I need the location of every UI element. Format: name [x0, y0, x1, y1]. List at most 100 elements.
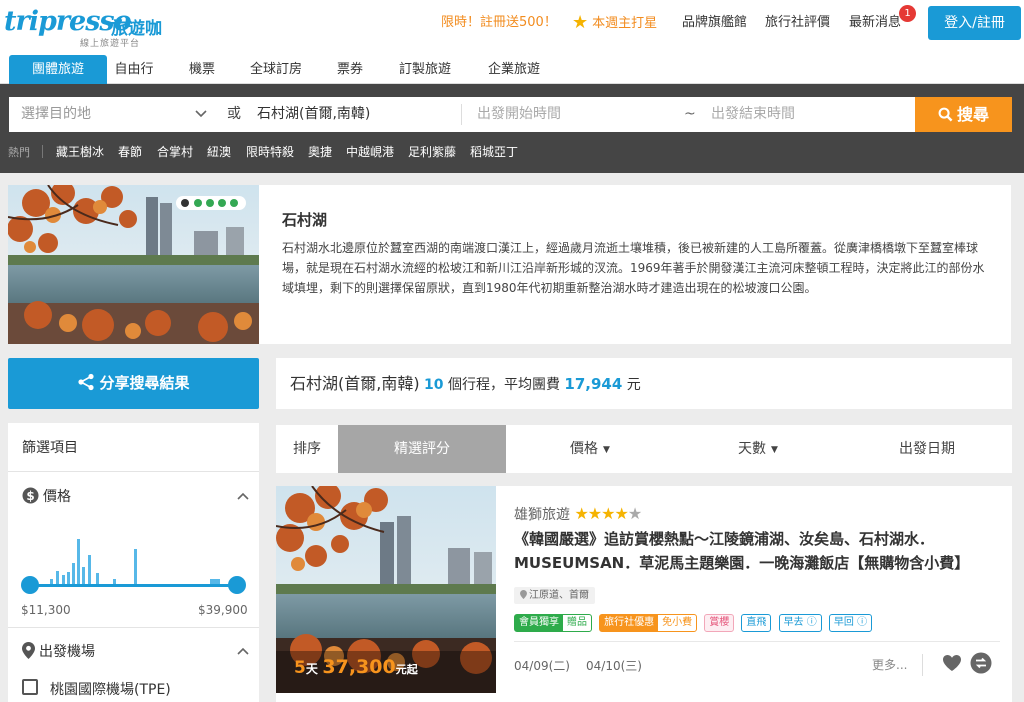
chevron-up-icon[interactable]: [237, 645, 249, 658]
site-header: tripresso 旅遊咖 線上旅遊平台 限時！註冊送500！ ★ 本週主打星 品…: [0, 0, 1024, 52]
hot-divider: [42, 145, 43, 158]
hot-tag[interactable]: 足利紫藤: [408, 143, 456, 160]
tripadvisor-rating-icon: [176, 196, 246, 210]
destination-select[interactable]: 選擇目的地: [21, 97, 91, 132]
price-slider-track[interactable]: [30, 584, 237, 587]
main-tabs: 團體旅遊 自由行 機票 全球訂房 票券 訂製旅遊 企業旅遊: [0, 52, 1024, 84]
histogram-bar: [82, 567, 85, 585]
departure-start-input[interactable]: 出發開始時間: [477, 97, 561, 132]
tab-free-travel[interactable]: 自由行: [107, 55, 161, 84]
price-slider-max-handle[interactable]: [228, 576, 246, 594]
help-icon: ⓘ: [806, 617, 817, 628]
hot-tag[interactable]: 藏王樹冰: [56, 143, 104, 160]
histogram-bar: [88, 555, 91, 585]
hot-tag[interactable]: 合掌村: [157, 143, 193, 160]
destination-intro: 石村湖 石村湖水北邊原位於蠶室西湖的南端渡口漢江上，經過歲月流逝土壤堆積，後已被…: [8, 185, 1011, 344]
early-return-label: 早回: [833, 617, 854, 628]
latest-news-link[interactable]: 最新消息: [849, 0, 901, 52]
direct-flight-tag[interactable]: 直飛: [741, 614, 772, 632]
intro-title: 石村湖: [282, 211, 328, 229]
sort-depart-date[interactable]: 出發日期: [842, 425, 1012, 473]
tab-tickets[interactable]: 票券: [330, 55, 370, 84]
weekly-star-link[interactable]: ★ 本週主打星: [572, 0, 657, 52]
share-results-button[interactable]: 分享搜尋結果: [8, 358, 259, 409]
caret-down-icon: ▼: [771, 445, 778, 455]
tab-group-tour[interactable]: 團體旅遊: [9, 55, 107, 84]
tour-title[interactable]: 《韓國嚴選》追訪賞櫻熱點～江陵鏡浦湖、汝矣島、石村湖水．MUSEUMSAN．草泥…: [514, 527, 994, 575]
dollar-icon: $: [22, 487, 39, 504]
destination-input[interactable]: 石村湖(首爾,南韓): [257, 97, 370, 132]
heart-icon[interactable]: [942, 654, 962, 676]
more-dates-link[interactable]: 更多...: [872, 656, 907, 673]
hot-tag[interactable]: 稻城亞丁: [470, 143, 518, 160]
price-filter-title: 價格: [43, 489, 71, 505]
tour-price-badge: 5天 37,300元起: [294, 656, 418, 678]
results-summary: 石村湖(首爾,南韓) 10 個行程，平均團費 17,944 元: [276, 358, 1012, 409]
filter-divider: [8, 627, 259, 628]
hot-tag[interactable]: 紐澳: [207, 143, 231, 160]
tab-corporate-travel[interactable]: 企業旅遊: [480, 55, 548, 84]
early-return-tag[interactable]: 早回 ⓘ: [828, 614, 873, 632]
member-exclusive-tag[interactable]: 會員獨享 贈品: [514, 614, 592, 632]
sort-days[interactable]: 天數 ▼: [674, 425, 842, 473]
sort-price[interactable]: 價格 ▼: [506, 425, 674, 473]
search-button-label: 搜尋: [956, 105, 989, 124]
airport-filter-title: 出發機場: [39, 644, 95, 660]
hot-tag[interactable]: 春節: [118, 143, 142, 160]
register-promo-link[interactable]: 限時！註冊送500！: [441, 0, 557, 52]
hot-tag[interactable]: 中越峴港: [346, 143, 394, 160]
summary-count-unit: 個行程: [447, 377, 490, 393]
compare-icon[interactable]: [970, 652, 992, 678]
tour-location-tag: 江原道、首爾: [514, 587, 595, 604]
agency-line: 雄獅旅遊 ★★★★★: [514, 504, 642, 524]
or-label: 或: [227, 106, 241, 122]
tour-photo[interactable]: 5天 37,300元起: [276, 486, 496, 693]
airport-tpe-checkbox[interactable]: [22, 679, 38, 695]
svg-text:$: $: [26, 489, 34, 503]
help-icon: ⓘ: [857, 617, 868, 628]
sort-featured[interactable]: 精選評分: [338, 425, 506, 473]
card-divider: [514, 641, 1000, 642]
tab-hotels[interactable]: 全球訂房: [244, 55, 308, 84]
intro-description: 石村湖水北邊原位於蠶室西湖的南端渡口漢江上，經過歲月流逝土壤堆積，後已被新建的人…: [282, 241, 985, 295]
hot-tag[interactable]: 限時特殺: [246, 143, 294, 160]
search-bar: 選擇目的地 或 石村湖(首爾,南韓) 出發開始時間 ~ 出發結束時間: [9, 97, 915, 132]
news-count-badge: 1: [899, 5, 916, 22]
departure-date[interactable]: 04/09(二): [514, 657, 570, 674]
tab-custom-travel[interactable]: 訂製旅遊: [392, 55, 458, 84]
agency-name[interactable]: 雄獅旅遊: [514, 507, 570, 523]
search-button[interactable]: 搜尋: [915, 97, 1012, 132]
sort-days-label: 天數: [738, 441, 767, 457]
lake-photo: [8, 185, 259, 344]
card-action-divider: [922, 654, 923, 676]
share-label: 分享搜尋結果: [99, 374, 190, 392]
price-max-value: $39,900: [198, 603, 248, 617]
agency-reviews-link[interactable]: 旅行社評價: [765, 0, 830, 52]
airport-tpe-label[interactable]: 桃園國際機場(TPE): [50, 679, 171, 699]
departure-end-input[interactable]: 出發結束時間: [711, 97, 795, 132]
price-min-value: $11,300: [21, 603, 71, 617]
no-tip-label: 免小費: [662, 617, 693, 628]
filter-divider: [8, 471, 259, 472]
tab-flights[interactable]: 機票: [176, 55, 228, 84]
agency-discount-label: 旅行社優惠: [600, 615, 659, 631]
chevron-up-icon[interactable]: [237, 490, 249, 503]
departure-date[interactable]: 04/10(三): [586, 657, 642, 674]
tour-price: 37,300: [322, 656, 396, 678]
early-outbound-tag[interactable]: 早去 ⓘ: [778, 614, 822, 632]
agency-discount-tag[interactable]: 旅行社優惠 免小費: [599, 614, 698, 632]
hot-tag[interactable]: 奧捷: [308, 143, 332, 160]
brand-store-link[interactable]: 品牌旗艦館: [682, 0, 747, 52]
price-slider-min-handle[interactable]: [21, 576, 39, 594]
summary-avg-value: 17,944: [564, 375, 623, 393]
sort-label: 排序: [293, 441, 321, 457]
price-filter-header[interactable]: $ 價格: [22, 486, 71, 506]
filter-title: 篩選項目: [22, 440, 78, 456]
chevron-down-icon[interactable]: [195, 97, 207, 132]
login-register-button[interactable]: 登入/註冊: [928, 6, 1021, 40]
airport-filter-header[interactable]: 出發機場: [22, 641, 95, 661]
tour-card[interactable]: 5天 37,300元起 雄獅旅遊 ★★★★★ 《韓國嚴選》追訪賞櫻熱點～江陵鏡浦…: [276, 486, 1012, 702]
cherry-blossom-tag[interactable]: 賞櫻: [704, 614, 735, 632]
weekly-star-label: 本週主打星: [592, 16, 658, 31]
sort-bar: 排序 精選評分 價格 ▼ 天數 ▼ 出發日期: [276, 425, 1012, 473]
